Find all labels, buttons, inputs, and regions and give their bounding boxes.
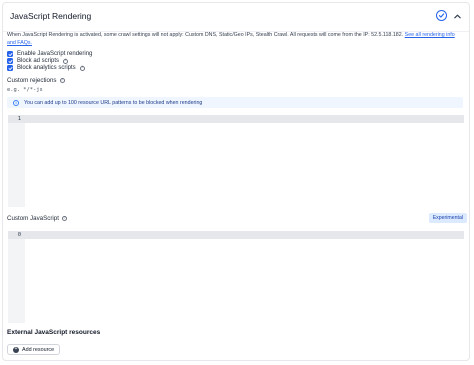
panel-header[interactable]: JavaScript Rendering [3, 3, 469, 32]
custom-rejections-hint: e.g. */*-js [7, 87, 43, 93]
custom-js-editor[interactable]: 0 [8, 231, 464, 323]
block-analytics-scripts-label: Block analytics scripts [17, 65, 76, 71]
rendering-info-body: When JavaScript Rendering is activated, … [7, 32, 404, 38]
editor-gutter [8, 116, 25, 207]
custom-rejections-editor[interactable]: 1 [8, 115, 464, 207]
help-icon[interactable]: ? [61, 216, 67, 221]
block-analytics-scripts-row[interactable]: Block analytics scripts ? [7, 65, 85, 71]
enable-js-rendering-checkbox[interactable] [7, 51, 13, 57]
external-js-title: External JavaScript resources [7, 329, 101, 336]
block-ad-scripts-row[interactable]: Block ad scripts ? [7, 58, 69, 64]
line-number: 1 [17, 116, 21, 122]
enable-js-rendering-label: Enable JavaScript rendering [17, 51, 93, 57]
add-resource-button[interactable]: + Add resource [7, 344, 61, 355]
help-icon[interactable]: ? [59, 78, 65, 83]
add-resource-label: Add resource [22, 346, 55, 353]
info-alert: i You can add up to 100 resource URL pat… [7, 97, 463, 108]
block-ad-scripts-label: Block ad scripts [17, 58, 60, 64]
editor-gutter [8, 232, 25, 323]
rendering-info-text: When JavaScript Rendering is activated, … [7, 31, 463, 47]
check-circle-icon [436, 10, 447, 21]
help-icon[interactable]: ? [79, 65, 85, 71]
plus-icon: + [13, 346, 19, 353]
panel-title: JavaScript Rendering [10, 11, 92, 21]
block-ad-scripts-checkbox[interactable] [7, 58, 13, 64]
custom-js-label-row: Custom JavaScript ? [7, 215, 67, 222]
chevron-up-icon[interactable] [453, 12, 462, 21]
line-number: 0 [17, 232, 21, 238]
custom-js-label: Custom JavaScript [7, 215, 59, 222]
info-alert-text: You can add up to 100 resource URL patte… [24, 99, 203, 106]
editor-active-line [8, 232, 464, 239]
enable-js-rendering-row[interactable]: Enable JavaScript rendering [7, 51, 92, 57]
help-icon[interactable]: ? [63, 58, 69, 64]
custom-rejections-label-row: Custom rejections ? [7, 77, 65, 84]
experimental-badge: Experimental [428, 213, 467, 223]
custom-rejections-label: Custom rejections [7, 77, 57, 84]
editor-active-line [8, 116, 464, 123]
block-analytics-scripts-checkbox[interactable] [7, 65, 13, 71]
info-icon: i [13, 99, 19, 106]
